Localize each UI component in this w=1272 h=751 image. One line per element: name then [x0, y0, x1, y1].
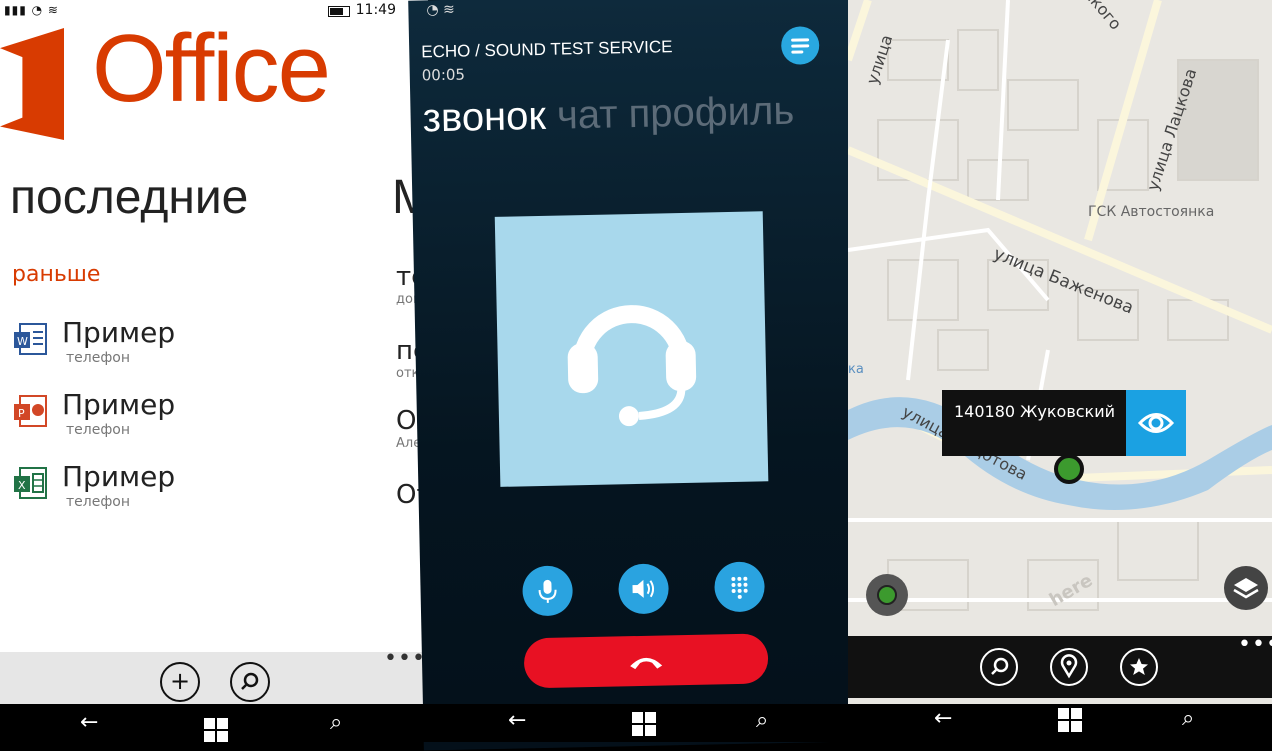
search-button[interactable] [230, 662, 270, 702]
doc-name: Пример [62, 460, 175, 493]
pivot-recent[interactable]: последние [10, 170, 248, 225]
back-icon[interactable]: ← [508, 708, 526, 733]
pin-icon [1052, 650, 1086, 684]
map-canvas[interactable] [848, 0, 1272, 742]
excel-icon: X [14, 466, 48, 500]
avatar [495, 211, 769, 487]
svg-text:P: P [18, 407, 25, 420]
dialpad-icon [714, 561, 765, 612]
doc-name: Пример [62, 388, 175, 421]
office-screen: ▮▮▮ ◔ ≋ 11:49 Office последние M раньше … [0, 0, 428, 742]
dialpad-button[interactable] [714, 561, 765, 612]
more-button[interactable]: ••• [384, 646, 426, 671]
status-bar: ◔ ≋ [426, 2, 455, 19]
favorites-button[interactable] [1120, 648, 1158, 686]
add-button[interactable]: + [160, 662, 200, 702]
mute-button[interactable] [522, 565, 573, 616]
layers-icon [1224, 566, 1268, 610]
layers-button[interactable] [1224, 566, 1268, 610]
doc-location: телефон [66, 494, 130, 510]
tab-call[interactable]: звонок [422, 94, 546, 141]
menu-button[interactable] [781, 26, 820, 65]
app-bar: + ••• [0, 652, 428, 712]
navigation-bar: ← ⌕ ← ⌕ ← ⌕ [0, 704, 1272, 742]
powerpoint-icon: P [14, 394, 48, 428]
star-icon [1122, 650, 1156, 684]
streetside-button[interactable] [1126, 390, 1186, 456]
doc-name: Пример [62, 316, 175, 349]
windows-icon[interactable] [632, 712, 656, 736]
windows-icon[interactable] [1058, 708, 1082, 732]
app-title: Office [92, 14, 329, 124]
end-call-button[interactable] [524, 633, 769, 688]
app-bar: ••• [848, 636, 1272, 698]
headset-icon [495, 211, 769, 487]
status-time: 11:49 [356, 2, 396, 18]
windows-icon[interactable] [204, 718, 228, 742]
svg-text:X: X [18, 479, 26, 492]
search-icon [982, 650, 1016, 684]
back-icon[interactable]: ← [80, 710, 98, 735]
water-label: ка [848, 362, 864, 377]
speaker-icon [618, 563, 669, 614]
map-screen: ского улица улица Лацкова ГСК Автостоянк… [848, 0, 1272, 742]
battery-icon [328, 6, 350, 17]
doc-location: телефон [66, 350, 130, 366]
word-icon: W [14, 322, 48, 356]
back-icon[interactable]: ← [934, 706, 952, 731]
search-icon[interactable]: ⌕ [330, 710, 342, 735]
signal-icon: ▮▮▮ ◔ ≋ [4, 3, 59, 17]
more-button[interactable]: ••• [1238, 632, 1272, 657]
search-icon [232, 664, 268, 700]
tab-chat-profile[interactable]: чат профиль [557, 89, 795, 138]
doc-location: телефон [66, 422, 130, 438]
my-location-button[interactable] [866, 574, 908, 616]
location-pin[interactable] [1054, 454, 1084, 484]
skype-screen: ◔ ≋ ECHO / SOUND TEST SERVICE 00:05 звон… [408, 0, 864, 751]
office-logo-icon [0, 28, 64, 140]
call-timer: 00:05 [422, 66, 466, 85]
search-icon[interactable]: ⌕ [1182, 706, 1194, 731]
search-icon[interactable]: ⌕ [756, 708, 768, 733]
pivot: звонок чат профиль [422, 89, 794, 142]
hang-up-icon [524, 633, 769, 688]
directions-button[interactable] [1050, 648, 1088, 686]
poi-label: ГСК Автостоянка [1088, 204, 1214, 220]
speaker-button[interactable] [618, 563, 669, 614]
location-card[interactable]: 140180 Жуковский [942, 390, 1186, 456]
eye-icon [1126, 390, 1186, 456]
search-button[interactable] [980, 648, 1018, 686]
svg-text:W: W [17, 335, 28, 348]
section-header: раньше [12, 262, 100, 287]
call-title: ECHO / SOUND TEST SERVICE [421, 37, 673, 62]
location-name: 140180 Жуковский [954, 402, 1115, 421]
microphone-icon [522, 565, 573, 616]
